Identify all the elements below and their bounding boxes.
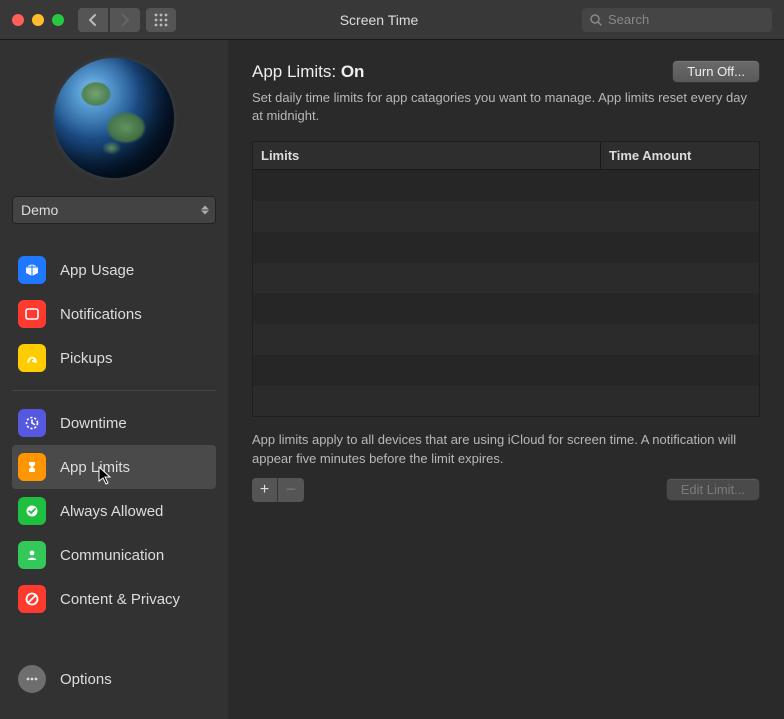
sidebar-item-label: Options — [60, 671, 112, 688]
window-controls — [12, 14, 64, 26]
table-header: Limits Time Amount — [253, 142, 759, 170]
sidebar-item-always-allowed[interactable]: Always Allowed — [12, 489, 216, 533]
title-bar: Screen Time Search — [0, 0, 784, 40]
sidebar-item-label: App Limits — [60, 459, 130, 476]
sidebar-item-label: Pickups — [60, 350, 113, 367]
sidebar-item-pickups[interactable]: Pickups — [12, 336, 216, 380]
table-row — [253, 232, 759, 263]
close-window-button[interactable] — [12, 14, 24, 26]
content-pane: App Limits: On Turn Off... Set daily tim… — [228, 40, 784, 719]
footnote: App limits apply to all devices that are… — [252, 431, 760, 467]
sidebar: Demo App Usage Notifications Pickups — [0, 40, 228, 719]
search-icon — [590, 14, 602, 26]
table-row — [253, 263, 759, 294]
page-description: Set daily time limits for app catagories… — [252, 89, 760, 125]
column-limits[interactable]: Limits — [253, 142, 601, 169]
sidebar-item-label: App Usage — [60, 262, 134, 279]
sidebar-item-downtime[interactable]: Downtime — [12, 401, 216, 445]
sidebar-item-label: Notifications — [60, 306, 142, 323]
table-row — [253, 386, 759, 417]
table-row — [253, 170, 759, 201]
communication-icon — [18, 541, 46, 569]
edit-limit-button[interactable]: Edit Limit... — [666, 478, 760, 501]
pickups-icon — [18, 344, 46, 372]
sidebar-item-communication[interactable]: Communication — [12, 533, 216, 577]
downtime-icon — [18, 409, 46, 437]
add-limit-button[interactable]: + — [252, 478, 278, 502]
search-input[interactable]: Search — [582, 8, 772, 32]
fullscreen-window-button[interactable] — [52, 14, 64, 26]
notifications-icon — [18, 300, 46, 328]
forward-button[interactable] — [110, 8, 140, 32]
add-remove-group: + − — [252, 478, 304, 502]
sidebar-item-label: Communication — [60, 547, 164, 564]
app-limits-icon — [18, 453, 46, 481]
turn-off-button[interactable]: Turn Off... — [672, 60, 760, 83]
sidebar-item-label: Always Allowed — [60, 503, 163, 520]
user-selector-value: Demo — [21, 202, 58, 218]
sidebar-item-notifications[interactable]: Notifications — [12, 292, 216, 336]
sidebar-item-app-usage[interactable]: App Usage — [12, 248, 216, 292]
sidebar-item-options[interactable]: Options — [12, 657, 216, 701]
remove-limit-button[interactable]: − — [278, 478, 304, 502]
back-button[interactable] — [78, 8, 108, 32]
table-row — [253, 324, 759, 355]
sidebar-item-content-privacy[interactable]: Content & Privacy — [12, 577, 216, 621]
page-title: App Limits: On — [252, 62, 364, 82]
table-body[interactable] — [253, 170, 759, 416]
options-icon — [18, 665, 46, 693]
table-row — [253, 293, 759, 324]
window-title: Screen Time — [176, 12, 582, 28]
show-all-button[interactable] — [146, 8, 176, 32]
nav-group — [78, 8, 140, 32]
minimize-window-button[interactable] — [32, 14, 44, 26]
table-row — [253, 201, 759, 232]
table-row — [253, 355, 759, 386]
search-placeholder: Search — [608, 12, 649, 27]
app-usage-icon — [18, 256, 46, 284]
user-avatar — [54, 58, 174, 178]
column-time-amount[interactable]: Time Amount — [601, 142, 759, 169]
divider — [12, 390, 216, 391]
sidebar-item-label: Downtime — [60, 415, 127, 432]
sidebar-item-app-limits[interactable]: App Limits — [12, 445, 216, 489]
sidebar-item-label: Content & Privacy — [60, 591, 180, 608]
content-privacy-icon — [18, 585, 46, 613]
user-selector[interactable]: Demo — [12, 196, 216, 224]
updown-icon — [201, 206, 209, 215]
limits-table: Limits Time Amount — [252, 141, 760, 417]
always-allowed-icon — [18, 497, 46, 525]
